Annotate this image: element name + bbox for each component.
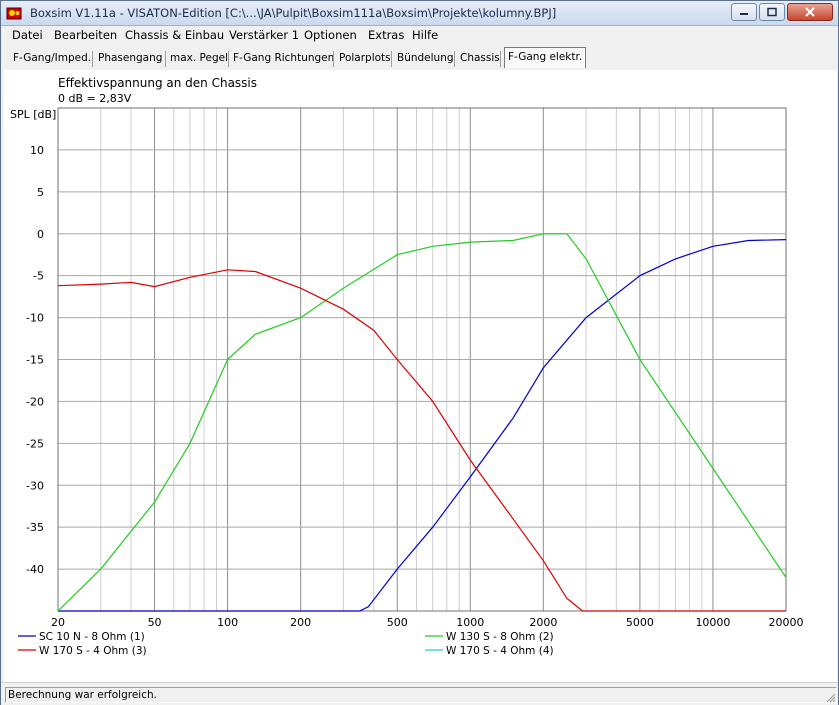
y-tick-label: -35 <box>26 521 44 534</box>
x-tick-label: 5000 <box>626 616 654 629</box>
legend-entry-3: W 170 S - 4 Ohm (3) <box>39 645 147 657</box>
legend-entry-1: SC 10 N - 8 Ohm (1) <box>39 631 145 643</box>
x-tick-label: 100 <box>217 616 238 629</box>
x-tick-label: 2000 <box>529 616 557 629</box>
app-window: Boxsim V1.11a - VISATON-Edition [C:\...\… <box>0 0 839 705</box>
x-tick-label: 10000 <box>695 616 730 629</box>
y-tick-label: -5 <box>33 270 44 283</box>
x-tick-label: 20000 <box>769 616 804 629</box>
legend-entry-4: W 170 S - 4 Ohm (4) <box>446 645 554 657</box>
y-tick-label: 5 <box>37 186 44 199</box>
y-tick-label: -25 <box>26 437 44 450</box>
y-tick-label: -10 <box>26 312 44 325</box>
status-bar: Berechnung war erfolgreich. <box>1 682 838 705</box>
y-tick-label: 10 <box>30 144 44 157</box>
frequency-response-chart[interactable]: 1050-5-10-15-20-25-30-35-4020 50 100 200 500… <box>1 1 839 681</box>
x-tick-label: 500 <box>387 616 408 629</box>
y-tick-label: -20 <box>26 395 44 408</box>
y-tick-label: -15 <box>26 354 44 367</box>
resize-grip-icon[interactable] <box>826 693 836 703</box>
status-text: Berechnung war erfolgreich. <box>5 687 837 703</box>
x-tick-label: 50 <box>148 616 162 629</box>
x-tick-label: 200 <box>290 616 311 629</box>
x-tick-label: 20 <box>51 616 65 629</box>
y-tick-label: -40 <box>26 563 44 576</box>
y-tick-label: 0 <box>37 228 44 241</box>
x-tick-label: 1000 <box>456 616 484 629</box>
legend-entry-2: W 130 S - 8 Ohm (2) <box>446 631 554 643</box>
y-tick-label: -30 <box>26 479 44 492</box>
